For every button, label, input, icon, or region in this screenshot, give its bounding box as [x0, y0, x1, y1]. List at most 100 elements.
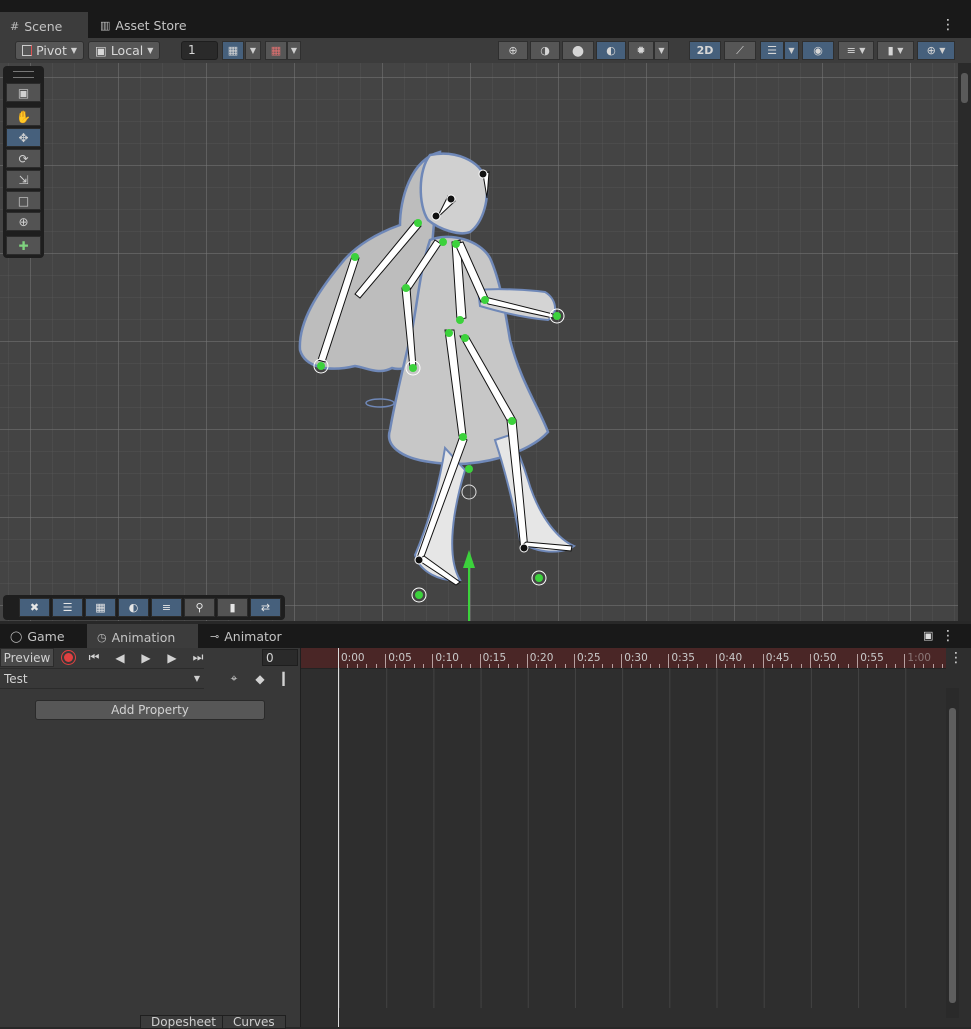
pivot-icon	[22, 45, 33, 56]
first-keyframe-button[interactable]: ⏮	[82, 648, 106, 667]
add-keyframe-button[interactable]: ◆	[248, 669, 272, 688]
pivot-dropdown[interactable]: Pivot ▼	[15, 41, 84, 60]
clip-dropdown[interactable]: Test ▼	[0, 668, 204, 689]
tab-animator[interactable]: ⊸ Animator	[200, 624, 290, 648]
overlay-layers-button[interactable]: ≡	[151, 598, 182, 617]
timeline-ruler[interactable]: 0:00 0:05 0:10 0:15 0:20 0:25 0:30 0:35 0:40 0:45…	[301, 648, 946, 669]
lock-icon[interactable]: ▣	[923, 629, 933, 643]
scrollbar-thumb[interactable]	[949, 708, 956, 1003]
record-button[interactable]	[56, 648, 80, 667]
keyframe-add-icon: ◆	[255, 671, 265, 686]
timeline-tick-label: 0:40	[718, 652, 743, 664]
custom-tool-button[interactable]: ✚	[6, 236, 41, 255]
animator-icon: ⊸	[210, 629, 220, 643]
clip-name: Test	[4, 671, 28, 686]
gizmo-globe-icon: ⊕	[926, 44, 936, 57]
shading-shaded-button[interactable]: ●	[562, 41, 594, 60]
tab-animation[interactable]: ◷ Animation	[87, 624, 198, 648]
overlay-shuffle-button[interactable]: ⇄	[250, 598, 281, 617]
layers-icon: ≡	[846, 44, 856, 57]
filter-button[interactable]: ⌖	[222, 669, 246, 688]
scene-viewport[interactable]	[0, 63, 958, 621]
shading-wireframe-button[interactable]: ⊕	[498, 41, 528, 60]
grid-snap-dropdown[interactable]: ▼	[245, 41, 261, 60]
play-button[interactable]: ▶	[134, 648, 158, 667]
add-event-button[interactable]: ▎	[276, 669, 298, 688]
overlay-grid-button[interactable]: ▦	[85, 598, 116, 617]
dopesheet-grid[interactable]	[301, 668, 946, 1008]
last-keyframe-button[interactable]: ⏭	[186, 648, 210, 667]
camera-dropdown[interactable]: ▮ ▼	[877, 41, 914, 60]
move-tool-button[interactable]: ✥	[6, 128, 41, 147]
shading-unlit-button[interactable]: ◐	[596, 41, 626, 60]
timeline-tick-label: 0:25	[577, 652, 601, 664]
local-dropdown[interactable]: ▣ Local ▼	[88, 41, 160, 60]
timeline-tick-label: 0:15	[482, 652, 507, 664]
rect-tool-button[interactable]: □	[6, 191, 41, 210]
preview-label: Preview	[3, 650, 51, 665]
timeline-vertical-scrollbar[interactable]	[946, 688, 959, 1018]
scene-vertical-scrollbar[interactable]	[958, 63, 971, 621]
palette-grip-icon[interactable]	[13, 71, 34, 78]
skip-end-icon: ⏭	[192, 650, 204, 664]
effects-dropdown[interactable]: ▼	[784, 41, 799, 60]
camera-icon: ▮	[887, 44, 894, 57]
chevron-down-icon: ▼	[249, 46, 257, 55]
timeline-more-icon[interactable]: ⋮	[949, 651, 963, 665]
gizmos-dropdown[interactable]: ⊕ ▼	[917, 41, 955, 60]
tab-asset-store[interactable]: ▥ Asset Store	[90, 12, 200, 38]
shading-shaded-wireframe-button[interactable]: ◑	[530, 41, 560, 60]
grid-size-field[interactable]: 1	[181, 41, 218, 60]
shuffle-icon: ⇄	[260, 601, 271, 614]
dopesheet-timeline: 0:00 0:05 0:10 0:15 0:20 0:25 0:30 0:35 0:40 0:45…	[301, 648, 971, 1027]
move-gizmo[interactable]	[461, 484, 477, 621]
effects-button[interactable]: ☰	[760, 41, 784, 60]
bug-icon: ✹	[636, 44, 646, 57]
animation-more-icon[interactable]: ⋮	[941, 629, 955, 643]
animation-tab-bar: ◯ Game ◷ Animation ⊸ Animator ▣ ⋮	[0, 624, 971, 648]
layers-dropdown[interactable]: ≡ ▼	[838, 41, 874, 60]
chevron-down-icon: ▼	[939, 46, 946, 55]
prev-keyframe-button[interactable]: ◀	[108, 648, 132, 667]
overlay-camera-button[interactable]: ▮	[217, 598, 248, 617]
increment-snap-button[interactable]: ▦	[265, 41, 287, 60]
overlay-settings-button[interactable]: ☰	[52, 598, 83, 617]
mode-2d-button[interactable]: 2D	[689, 41, 721, 60]
increment-snap-dropdown[interactable]: ▼	[287, 41, 301, 60]
scene-more-icon[interactable]: ⋮	[941, 18, 955, 32]
grid-snap-button[interactable]: ▦	[222, 41, 244, 60]
timeline-tick-label: 0:50	[813, 652, 837, 664]
view-tool-button[interactable]: ▣	[6, 83, 41, 102]
debug-draw-dropdown[interactable]: ▼	[654, 41, 669, 60]
playhead[interactable]	[338, 648, 339, 1027]
scene-toolbar: Pivot ▼ ▣ Local ▼ 1 ▦ ▼ ▦ ▼ ⊕ ◑ ● ◐ ✹ ▼ …	[0, 38, 971, 64]
lighting-toggle-button[interactable]: ⟋	[724, 41, 756, 60]
scrollbar-thumb[interactable]	[961, 73, 968, 103]
chevron-down-icon: ▼	[70, 46, 77, 55]
skip-start-icon: ⏮	[88, 650, 100, 664]
frame-field[interactable]: 0	[262, 649, 298, 666]
overlay-shading-button[interactable]: ◐	[118, 598, 149, 617]
next-keyframe-button[interactable]: ▶	[160, 648, 184, 667]
timeline-tick	[574, 654, 575, 668]
search-icon: ⚲	[195, 601, 204, 614]
rotate-tool-button[interactable]: ⟳	[6, 149, 41, 168]
preview-button[interactable]: Preview	[0, 648, 54, 667]
tab-scene[interactable]: # Scene	[0, 12, 88, 38]
debug-draw-button[interactable]: ✹	[628, 41, 654, 60]
timeline-tick-label: 0:05	[388, 652, 412, 664]
tab-game[interactable]: ◯ Game	[0, 624, 86, 648]
rotate-icon: ⟳	[18, 151, 29, 166]
animation-properties-panel: Preview ⏮ ◀ ▶ ▶ ⏭ 0 Test ▼ ⌖ ◆ ▎ Add Pro…	[0, 648, 301, 1027]
transform-tool-button[interactable]: ⊕	[6, 212, 41, 231]
step-back-icon: ◀	[115, 650, 125, 665]
scene-visibility-button[interactable]: ◉	[802, 41, 834, 60]
add-property-button[interactable]: Add Property	[35, 700, 265, 720]
scale-tool-button[interactable]: ⇲	[6, 170, 41, 189]
chevron-down-icon: ▼	[193, 674, 200, 683]
unlit-sphere-icon: ◐	[606, 44, 616, 57]
overlay-tools-button[interactable]: ✖	[19, 598, 50, 617]
timeline-tick-label: 0:20	[529, 652, 554, 664]
hand-tool-button[interactable]: ✋	[6, 107, 41, 126]
overlay-search-button[interactable]: ⚲	[184, 598, 215, 617]
